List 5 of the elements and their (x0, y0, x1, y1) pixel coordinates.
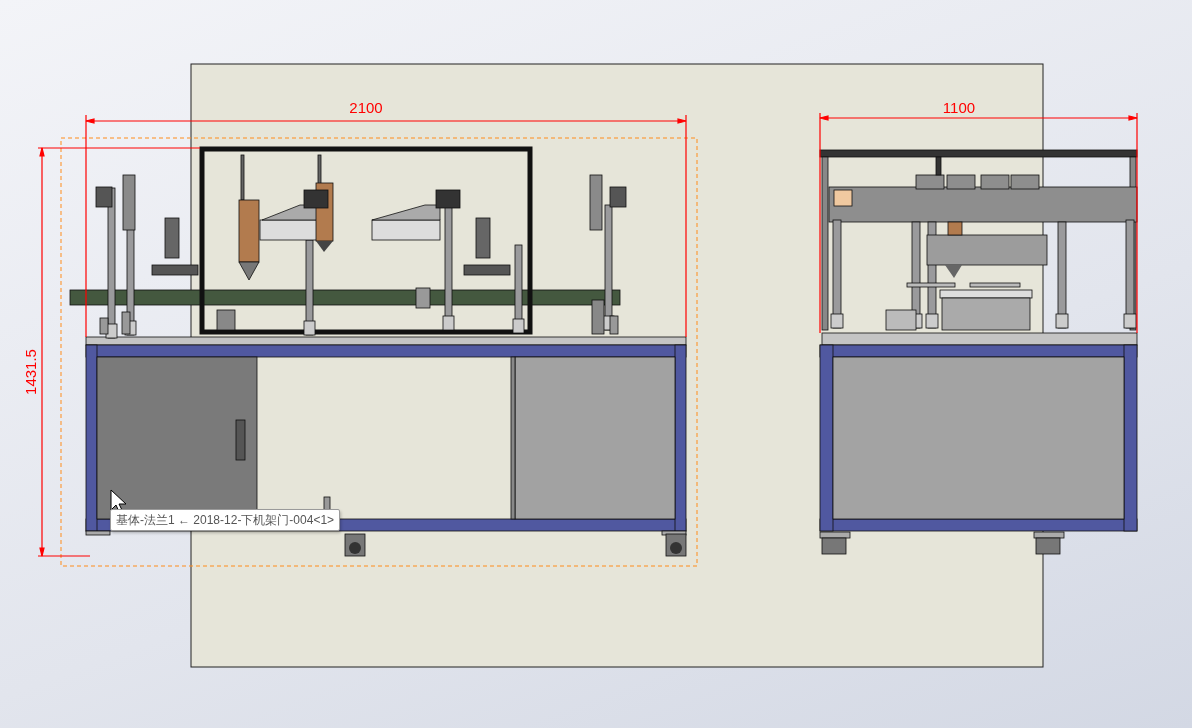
side-view-machine-drawing[interactable] (819, 149, 1138, 555)
dimension-value: 2100 (349, 99, 383, 116)
tooltip: 基体-法兰1 ← 2018-12-下机架门-004<1> (110, 509, 341, 531)
dimension-value: 1431.5 (22, 349, 39, 395)
dimension-value: 1100 (942, 99, 976, 116)
